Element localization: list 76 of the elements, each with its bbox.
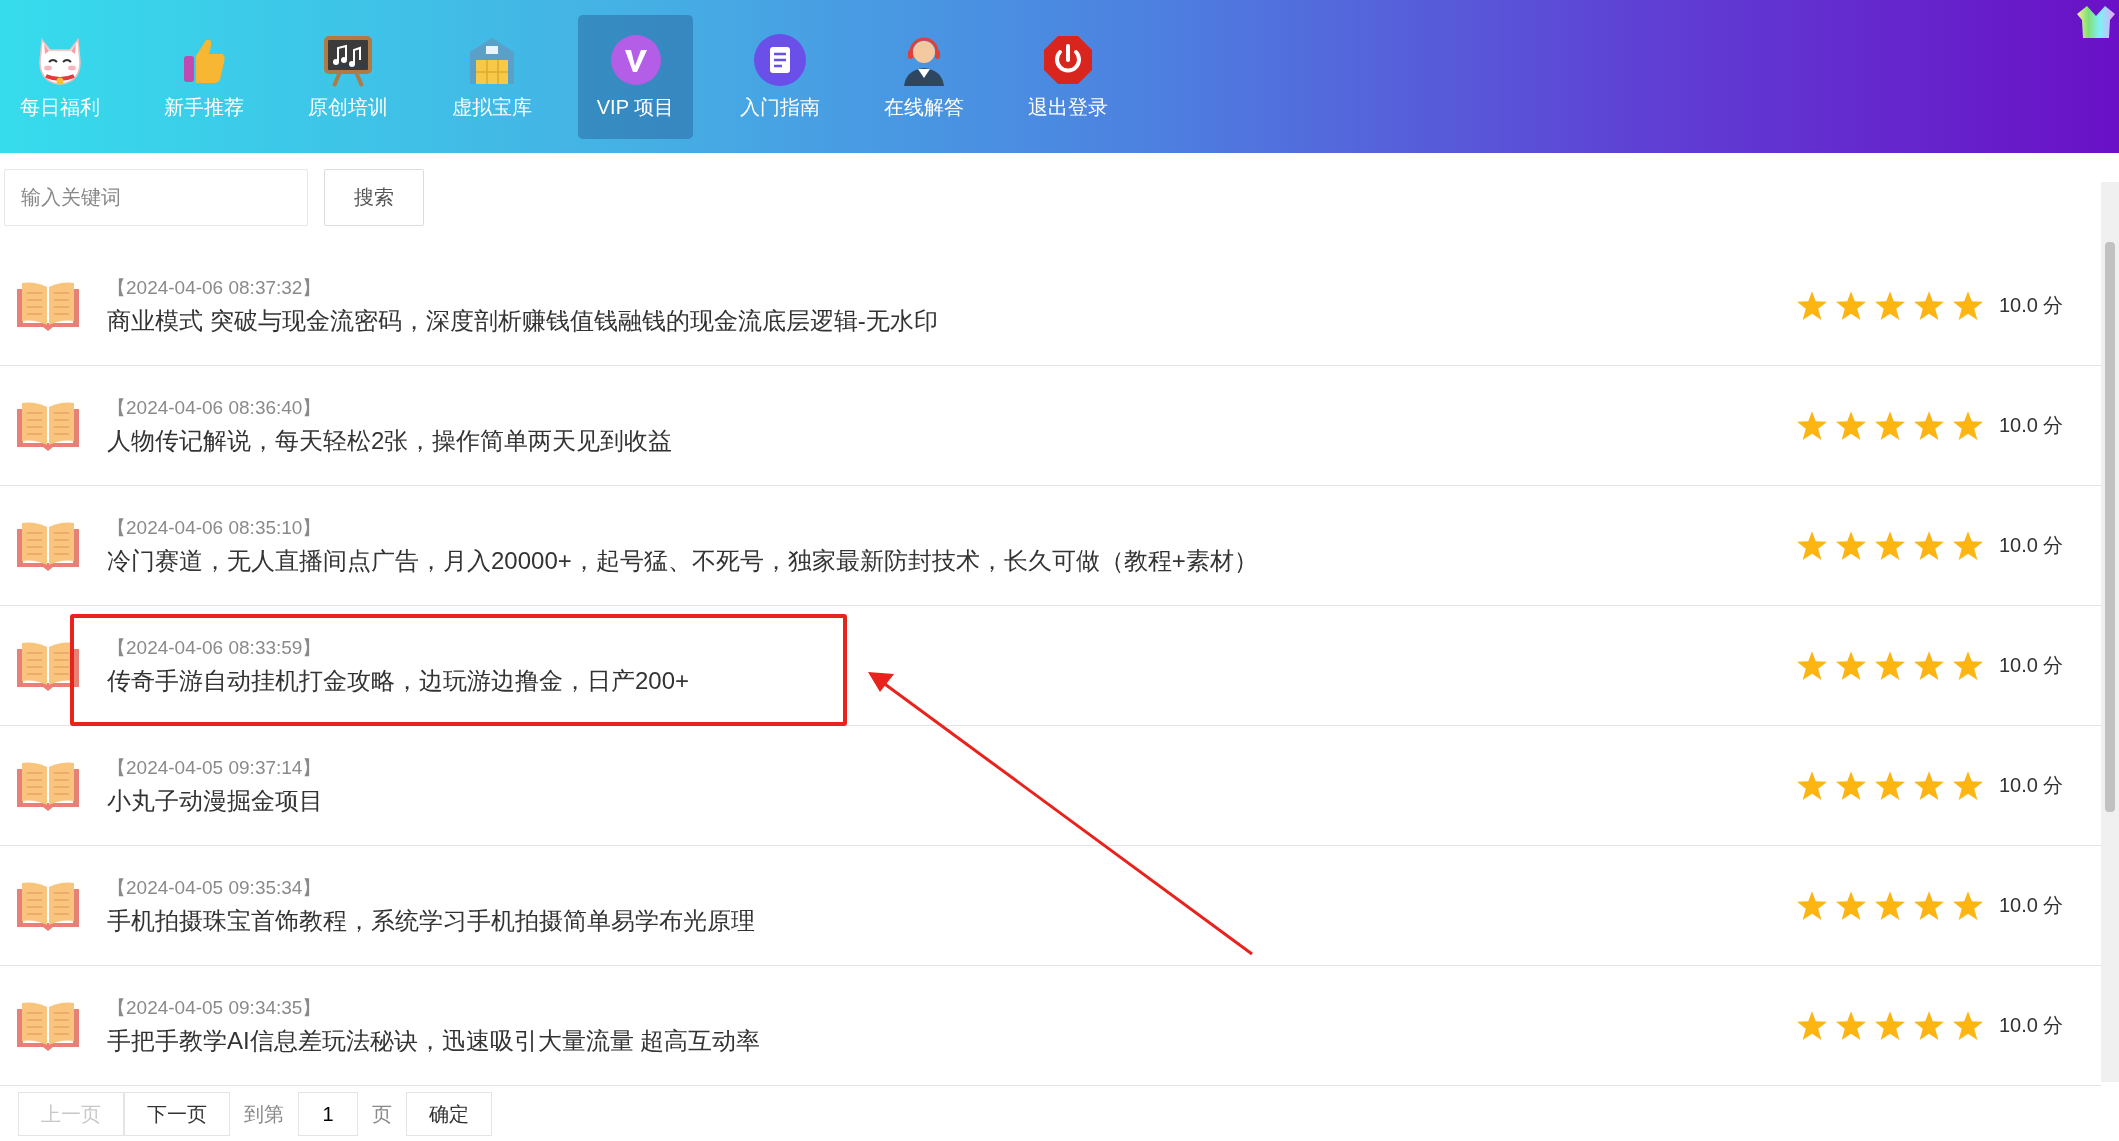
item-timestamp: 【2024-04-05 09:35:34】 <box>107 875 323 900</box>
star-icon <box>1797 771 1827 800</box>
star-icon <box>1797 291 1827 320</box>
star-icon <box>1875 771 1905 800</box>
search-button[interactable]: 搜索 <box>324 169 424 226</box>
scrollbar-thumb[interactable] <box>2105 242 2115 812</box>
item-score: 10.0 分 <box>1999 413 2065 438</box>
star-icon <box>1797 531 1827 560</box>
star-icon <box>1914 291 1944 320</box>
scrollbar[interactable] <box>2101 182 2119 1082</box>
item-title-link[interactable]: 手把手教学AI信息差玩法秘诀，迅速吸引大量流量 超高互动率 <box>107 1024 1797 1057</box>
star-icon <box>1953 651 1983 680</box>
item-score: 10.0 分 <box>1999 653 2065 678</box>
item-timestamp: 【2024-04-06 08:35:10】 <box>107 515 323 540</box>
t-shirt-icon[interactable] <box>2077 6 2115 38</box>
star-icon <box>1836 291 1866 320</box>
star-icon <box>1914 891 1944 920</box>
star-icon <box>1836 771 1866 800</box>
page-number-field[interactable]: 1 <box>298 1092 358 1136</box>
nav-item[interactable]: VIP 项目 <box>578 14 693 139</box>
page-unit-label: 页 <box>372 1101 392 1127</box>
star-icon <box>1953 531 1983 560</box>
star-icon <box>1953 291 1983 320</box>
open-book-icon <box>17 1000 79 1051</box>
star-icon <box>1836 531 1866 560</box>
star-icon <box>1836 891 1866 920</box>
star-icon <box>1836 651 1866 680</box>
star-icon <box>1914 771 1944 800</box>
item-timestamp: 【2024-04-05 09:37:14】 <box>107 755 323 780</box>
next-page-button[interactable]: 下一页 <box>124 1092 230 1136</box>
open-book-icon <box>17 400 79 451</box>
star-icon <box>1953 411 1983 440</box>
item-score: 10.0 分 <box>1999 293 2065 318</box>
item-title-link[interactable]: 商业模式 突破与现金流密码，深度剖析赚钱值钱融钱的现金流底层逻辑-无水印 <box>107 304 1797 337</box>
document-icon <box>751 32 808 88</box>
open-book-icon <box>17 760 79 811</box>
search-field[interactable]: 输入关键词 <box>4 169 308 226</box>
star-icon <box>1875 411 1905 440</box>
item-timestamp: 【2024-04-05 09:34:35】 <box>107 995 323 1020</box>
star-icon <box>1914 651 1944 680</box>
open-book-icon <box>17 640 79 691</box>
goto-label: 到第 <box>244 1101 284 1127</box>
item-timestamp: 【2024-04-06 08:37:32】 <box>107 275 323 300</box>
item-title-link[interactable]: 传奇手游自动挂机打金攻略，边玩游边撸金，日产200+ <box>107 664 1797 697</box>
star-icon <box>1836 1011 1866 1040</box>
star-icon <box>1875 531 1905 560</box>
star-icon <box>1914 531 1944 560</box>
item-score: 10.0 分 <box>1999 893 2065 918</box>
star-icon <box>1953 1011 1983 1040</box>
open-book-icon <box>17 520 79 571</box>
star-icon <box>1875 1011 1905 1040</box>
item-title-link[interactable]: 冷门赛道，无人直播间点广告，月入20000+，起号猛、不死号，独家最新防封技术，长久可做（教程+素材） <box>107 544 1797 577</box>
confirm-button[interactable]: 确定 <box>406 1092 492 1136</box>
star-icon <box>1953 771 1983 800</box>
item-score: 10.0 分 <box>1999 533 2065 558</box>
item-timestamp: 【2024-04-06 08:36:40】 <box>107 395 323 420</box>
star-icon <box>1797 651 1827 680</box>
star-icon <box>1914 411 1944 440</box>
nav-item[interactable]: 退出登录 <box>1010 14 1125 139</box>
open-book-icon <box>17 880 79 931</box>
item-title-link[interactable]: 手机拍摄珠宝首饰教程，系统学习手机拍摄简单易学布光原理 <box>107 904 1797 937</box>
star-icon <box>1797 1011 1827 1040</box>
star-icon <box>1875 291 1905 320</box>
star-icon <box>1953 891 1983 920</box>
star-icon <box>1875 891 1905 920</box>
item-title-link[interactable]: 人物传记解说，每天轻松2张，操作简单两天见到收益 <box>107 424 1797 457</box>
star-icon <box>1797 891 1827 920</box>
open-book-icon <box>17 280 79 331</box>
star-icon <box>1875 651 1905 680</box>
star-icon <box>1836 411 1866 440</box>
item-score: 10.0 分 <box>1999 773 2065 798</box>
item-score: 10.0 分 <box>1999 1013 2065 1038</box>
item-title-link[interactable]: 小丸子动漫掘金项目 <box>107 784 1797 817</box>
star-icon <box>1797 411 1827 440</box>
item-timestamp: 【2024-04-06 08:33:59】 <box>107 635 323 660</box>
star-icon <box>1914 1011 1944 1040</box>
